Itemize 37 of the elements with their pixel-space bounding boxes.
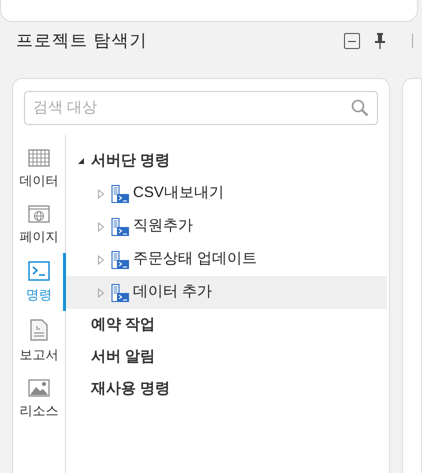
nav-item[interactable]: 보고서: [13, 311, 66, 371]
tree-item-label: 주문상태 업데이트: [133, 249, 258, 270]
expand-toggle[interactable]: [76, 156, 86, 166]
nav-item[interactable]: 명령: [13, 253, 66, 311]
table-icon: [28, 149, 50, 167]
search-field[interactable]: 검색 대상: [24, 91, 378, 125]
expand-arrow-icon: [97, 288, 105, 298]
pin-icon[interactable]: [374, 32, 386, 50]
search-input[interactable]: 검색 대상: [33, 96, 352, 120]
expand-arrow-icon: [97, 188, 105, 198]
search-icon: [351, 99, 370, 117]
globe-page-icon: [28, 205, 50, 223]
image-icon: [28, 379, 50, 397]
tree-item-label: 직원추가: [133, 216, 193, 236]
command-file-icon: [111, 250, 130, 268]
terminal-icon: [28, 261, 50, 281]
tree-item[interactable]: 데이터 추가: [66, 276, 388, 309]
collapse-button[interactable]: [344, 33, 360, 49]
panel-title: 프로젝트 탐색기: [16, 30, 148, 52]
expand-arrow-icon: [97, 254, 105, 264]
tree-item[interactable]: 서버 알림: [76, 346, 156, 368]
tree-item-label: 데이터 추가: [133, 282, 212, 302]
nav-item[interactable]: 데이터: [13, 141, 66, 197]
tree-item[interactable]: 직원추가: [66, 210, 388, 243]
tree-item[interactable]: 재사용 명령: [76, 378, 170, 400]
tree-item-label: CSV내보내기: [133, 183, 224, 204]
document-icon: [30, 319, 48, 341]
command-file-icon: [111, 218, 130, 236]
nav-item[interactable]: 리소스: [13, 371, 66, 427]
command-file-icon: [111, 184, 130, 202]
command-file-icon: [111, 284, 130, 302]
tree-item[interactable]: CSV내보내기: [66, 177, 388, 210]
tree-item[interactable]: 주문상태 업데이트: [66, 243, 388, 276]
expand-arrow-icon: [97, 222, 105, 232]
tree-item[interactable]: 서버단 명령: [91, 150, 170, 172]
tree-item[interactable]: 예약 작업: [76, 314, 156, 336]
nav-item[interactable]: 페이지: [13, 197, 66, 253]
